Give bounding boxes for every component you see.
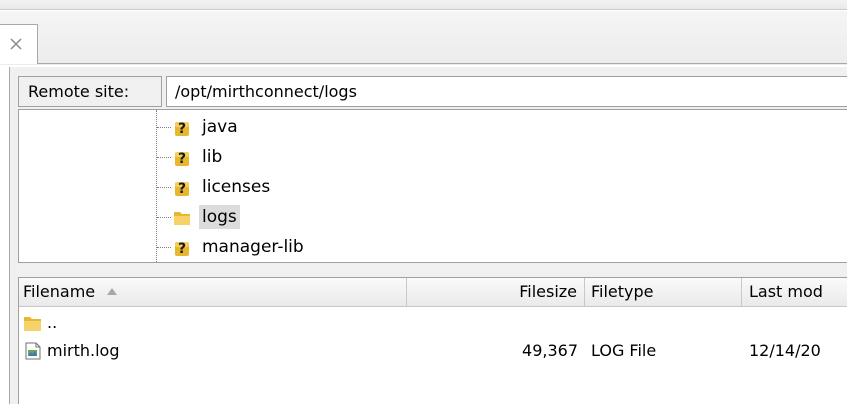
unknown-folder-icon: ? [175, 121, 189, 137]
file-size [407, 309, 585, 337]
file-name-cell: .. [23, 309, 403, 337]
column-header-last-modified[interactable]: Last mod [742, 278, 847, 307]
remote-path-input[interactable] [166, 76, 847, 107]
svg-text:?: ? [178, 181, 186, 197]
tab-divider [38, 63, 847, 64]
folder-icon [174, 212, 190, 225]
column-header-filesize[interactable]: Filesize [407, 278, 585, 307]
file-type: LOG File [591, 341, 657, 360]
file-name-cell: mirth.log [23, 337, 403, 365]
tree-item-licenses[interactable]: ? licenses [157, 172, 397, 202]
svg-text:?: ? [178, 241, 186, 257]
file-type [585, 309, 742, 337]
remote-site-bar: Remote site: [18, 76, 847, 107]
file-size: 49,367 [522, 341, 578, 360]
tree-item-manager-lib[interactable]: ? manager-lib [157, 232, 397, 262]
window-top-strip [0, 0, 847, 10]
file-modified [742, 309, 847, 337]
tree-branch-line [157, 247, 171, 248]
column-header-filename[interactable]: Filename [19, 278, 407, 307]
unknown-folder-icon: ? [175, 151, 189, 167]
session-tab[interactable] [0, 24, 38, 64]
unknown-folder-icon: ? [175, 241, 189, 257]
file-row-mirth-log[interactable]: mirth.log 49,367 LOG File 12/14/20 [19, 337, 847, 365]
svg-text:?: ? [178, 151, 186, 167]
column-header-label: Filename [23, 282, 96, 301]
remote-directory-tree[interactable]: ? java ? lib ? licenses logs ? manager-l… [18, 109, 847, 263]
tree-item-label: java [202, 117, 238, 137]
file-name: mirth.log [47, 341, 120, 360]
tree-item-label: manager-lib [202, 237, 304, 257]
unknown-folder-icon: ? [175, 181, 189, 197]
tree-item-java[interactable]: ? java [157, 112, 397, 142]
file-row-parent[interactable]: .. [19, 309, 847, 337]
tree-item-lib[interactable]: ? lib [157, 142, 397, 172]
svg-text:?: ? [178, 121, 186, 137]
file-modified: 12/14/20 [749, 341, 821, 360]
tree-item-label: licenses [202, 177, 271, 197]
tree-branch-line [157, 157, 171, 158]
tree-branch-line [157, 187, 171, 188]
tree-item-label: lib [202, 147, 223, 167]
close-icon[interactable] [6, 33, 28, 55]
tab-bar [0, 11, 847, 65]
tree-branch-line [157, 217, 171, 218]
remote-file-list[interactable]: Filename Filesize Filetype Last mod .. m… [18, 277, 847, 404]
tree-branch-line [157, 127, 171, 128]
file-name: .. [47, 313, 58, 332]
remote-site-label: Remote site: [18, 76, 162, 107]
tree-item-logs[interactable]: logs [157, 202, 397, 232]
column-header-filetype[interactable]: Filetype [585, 278, 742, 307]
file-list-header: Filename Filesize Filetype Last mod [19, 277, 847, 307]
folder-icon [24, 317, 41, 331]
tree-item-label: logs [199, 205, 240, 229]
file-icon [25, 342, 41, 360]
remote-panel: Remote site: ? java ? lib [9, 67, 847, 404]
sort-ascending-icon [107, 288, 118, 295]
